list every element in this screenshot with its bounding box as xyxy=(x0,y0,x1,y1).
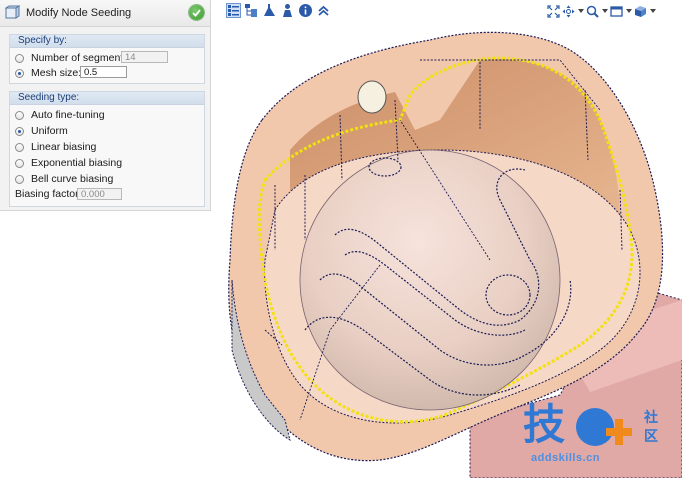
zoom-dropdown-arrow[interactable] xyxy=(601,5,608,18)
auto-fine-tuning-radio[interactable] xyxy=(15,110,24,120)
modify-node-seeding-panel: Modify Node Seeding Specify by: Number o… xyxy=(0,0,211,211)
list-view-icon xyxy=(228,5,239,16)
mesh-tool-icon xyxy=(264,4,275,16)
hole-top xyxy=(357,80,387,114)
fit-view-button[interactable] xyxy=(547,4,560,18)
cube-view-button[interactable] xyxy=(634,5,647,18)
exponential-biasing-label: Exponential biasing xyxy=(31,157,123,169)
linear-biasing-radio[interactable] xyxy=(15,142,24,152)
mesh-size-label: Mesh size: xyxy=(31,67,82,79)
specify-by-group: Specify by: Number of segments: Mesh siz… xyxy=(9,34,205,84)
viewport-toolbar-left xyxy=(226,3,331,19)
bell-curve-biasing-radio[interactable] xyxy=(15,174,24,184)
pan-icon xyxy=(562,5,575,17)
ok-button[interactable] xyxy=(189,5,204,20)
uniform-option[interactable]: Uniform xyxy=(15,124,68,138)
fit-view-icon xyxy=(547,4,560,18)
watermark-side-top: 社 xyxy=(644,409,658,425)
pan-dropdown-arrow[interactable] xyxy=(577,5,584,18)
auto-fine-tuning-label: Auto fine-tuning xyxy=(31,109,105,121)
cube-view-icon xyxy=(635,5,646,17)
person-icon xyxy=(283,4,292,17)
seed-edge-icon xyxy=(5,5,20,19)
check-circle-icon xyxy=(192,9,201,17)
mesh-tool-button[interactable] xyxy=(262,3,277,18)
linear-biasing-option[interactable]: Linear biasing xyxy=(15,140,96,154)
collapse-up-button[interactable] xyxy=(316,3,331,18)
view-box-icon xyxy=(610,5,623,17)
list-view-button[interactable] xyxy=(226,3,241,18)
zoom-icon xyxy=(586,5,599,18)
uniform-label: Uniform xyxy=(31,125,68,137)
number-of-segments-option[interactable]: Number of segments: xyxy=(15,51,131,65)
cube-view-dropdown-arrow[interactable] xyxy=(649,5,656,18)
view-box-button[interactable] xyxy=(610,5,623,18)
number-of-segments-input[interactable] xyxy=(121,51,168,63)
seeding-type-group: Seeding type: Auto fine-tuning Uniform L… xyxy=(9,91,205,207)
auto-fine-tuning-option[interactable]: Auto fine-tuning xyxy=(15,108,105,122)
tree-view-button[interactable] xyxy=(244,3,259,18)
linear-biasing-label: Linear biasing xyxy=(31,141,97,153)
addskills-watermark: 技 社 区 addskills.cn xyxy=(523,400,679,472)
viewport-toolbar-right xyxy=(547,4,656,18)
specify-by-header: Specify by: xyxy=(10,35,204,48)
plus-icon xyxy=(606,419,632,445)
biasing-factor-input[interactable] xyxy=(77,188,122,200)
collapse-up-icon xyxy=(318,5,329,16)
watermark-side-bottom: 区 xyxy=(644,428,658,444)
number-of-segments-radio[interactable] xyxy=(15,53,24,63)
bell-curve-biasing-option[interactable]: Bell curve biasing xyxy=(15,172,113,186)
dome-surface xyxy=(299,149,561,411)
watermark-url: addskills.cn xyxy=(531,452,600,464)
panel-titlebar: Modify Node Seeding xyxy=(0,0,210,27)
exponential-biasing-option[interactable]: Exponential biasing xyxy=(15,156,122,170)
uniform-radio[interactable] xyxy=(15,126,24,136)
view-box-dropdown-arrow[interactable] xyxy=(625,5,632,18)
mesh-size-radio[interactable] xyxy=(15,68,24,78)
watermark-main-char: 技 xyxy=(523,400,566,449)
info-button[interactable] xyxy=(298,3,313,18)
info-icon xyxy=(299,4,312,17)
number-of-segments-label: Number of segments: xyxy=(31,52,132,64)
seeding-type-header: Seeding type: xyxy=(10,92,204,105)
pan-button[interactable] xyxy=(562,5,575,18)
tree-view-icon xyxy=(245,4,257,17)
exponential-biasing-radio[interactable] xyxy=(15,158,24,168)
zoom-button[interactable] xyxy=(586,5,599,18)
mesh-size-option[interactable]: Mesh size: xyxy=(15,66,81,80)
biasing-factor-label: Biasing factor: xyxy=(15,188,82,200)
bell-curve-biasing-label: Bell curve biasing xyxy=(31,173,114,185)
mesh-size-input[interactable] xyxy=(80,66,127,78)
person-button[interactable] xyxy=(280,3,295,18)
panel-title: Modify Node Seeding xyxy=(26,7,132,19)
